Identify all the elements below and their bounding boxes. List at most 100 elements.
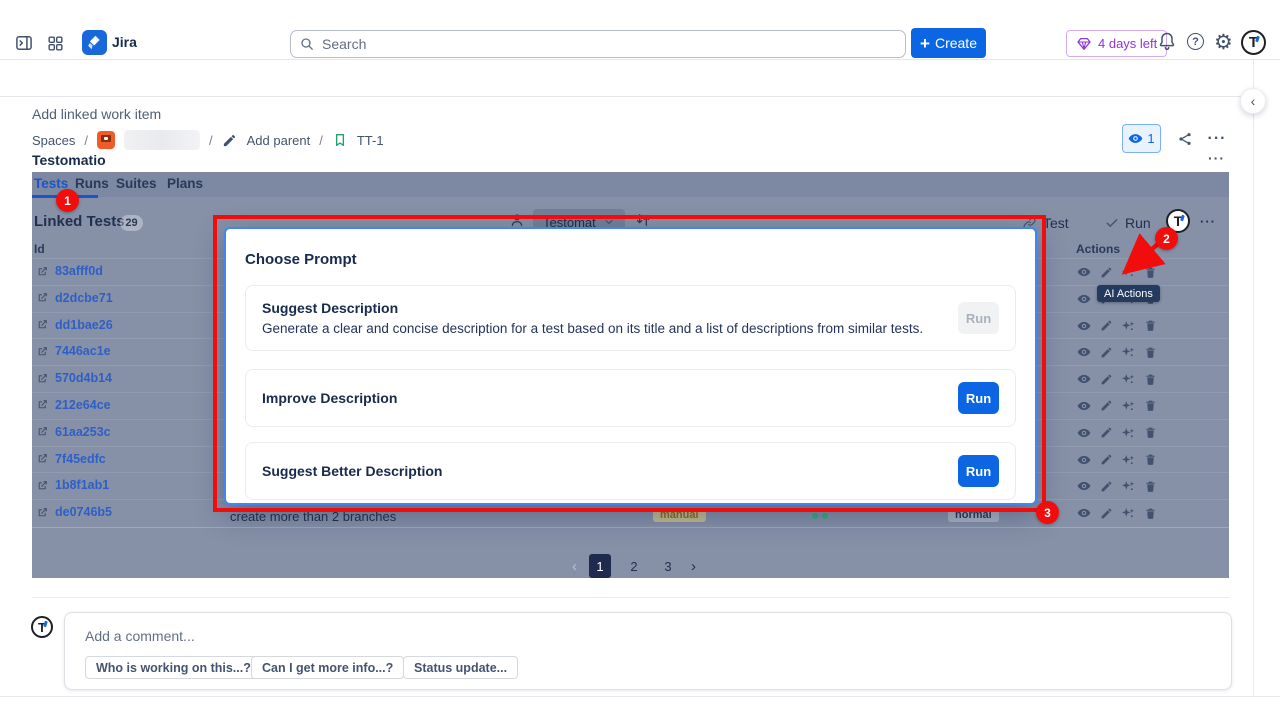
ai-sparkles-icon[interactable] [1121, 426, 1135, 440]
search-input[interactable] [322, 36, 897, 52]
delete-trash-icon[interactable] [1143, 265, 1157, 279]
app-switcher-grid-icon[interactable] [46, 34, 65, 53]
run-button[interactable]: Run [958, 382, 999, 414]
quick-reply-chip[interactable]: Who is working on this...? [85, 656, 262, 679]
run-button[interactable]: Run [1105, 210, 1151, 236]
test-id-link[interactable]: dd1bae26 [36, 318, 113, 332]
ai-sparkles-icon[interactable] [1121, 453, 1135, 467]
breadcrumb-spaces[interactable]: Spaces [32, 133, 75, 148]
share-button[interactable] [1170, 124, 1200, 153]
add-linked-work-item-label[interactable]: Add linked work item [32, 106, 161, 122]
search-icon [299, 36, 315, 52]
user-icon[interactable] [509, 212, 525, 228]
delete-trash-icon[interactable] [1143, 479, 1157, 493]
create-button[interactable]: + Create [911, 28, 986, 58]
view-eye-icon[interactable] [1077, 345, 1091, 359]
jira-logo-icon[interactable] [82, 30, 107, 55]
external-link-icon [36, 452, 49, 465]
app-name[interactable]: Jira [112, 34, 137, 50]
user-avatar[interactable]: T [1241, 30, 1266, 55]
view-eye-icon[interactable] [1077, 372, 1091, 386]
pagination-page-2[interactable]: 2 [623, 554, 645, 578]
run-button[interactable]: Run [958, 455, 999, 487]
sidebar-toggle-icon[interactable] [14, 33, 34, 53]
delete-trash-icon[interactable] [1143, 426, 1157, 440]
edit-pencil-icon[interactable] [1099, 426, 1113, 440]
comment-box[interactable]: Add a comment... Who is working on this.… [64, 612, 1232, 690]
row-actions [1077, 265, 1157, 279]
ai-sparkles-icon[interactable] [1121, 399, 1135, 413]
edit-pencil-icon[interactable] [1099, 372, 1113, 386]
test-id-link[interactable]: 570d4b14 [36, 371, 112, 385]
panel-toolbar-more-button[interactable]: ··· [1200, 214, 1216, 229]
delete-trash-icon[interactable] [1143, 345, 1157, 359]
breadcrumb-add-parent[interactable]: Add parent [247, 133, 311, 148]
view-eye-icon[interactable] [1077, 319, 1091, 333]
delete-trash-icon[interactable] [1143, 372, 1157, 386]
delete-trash-icon[interactable] [1143, 399, 1157, 413]
test-id-link[interactable]: 7f45edfc [36, 452, 106, 466]
view-eye-icon[interactable] [1077, 453, 1091, 467]
quick-reply-chip[interactable]: Status update... [403, 656, 518, 679]
pagination-prev-icon[interactable]: ‹ [572, 558, 577, 575]
test-id-link[interactable]: 61aa253c [36, 425, 111, 439]
help-icon[interactable]: ? [1187, 33, 1204, 50]
view-eye-icon[interactable] [1077, 399, 1091, 413]
delete-trash-icon[interactable] [1143, 453, 1157, 467]
space-icon[interactable] [97, 131, 115, 149]
watchers-button[interactable]: 1 [1122, 124, 1161, 153]
bookmark-icon [332, 132, 348, 148]
view-eye-icon[interactable] [1077, 426, 1091, 440]
ai-sparkles-icon[interactable] [1121, 265, 1135, 279]
test-id-link[interactable]: 1b8f1ab1 [36, 478, 109, 492]
edit-pencil-icon[interactable] [1099, 319, 1113, 333]
pagination-page-1[interactable]: 1 [589, 554, 611, 578]
row-actions [1077, 479, 1157, 493]
sync-icon[interactable] [635, 212, 651, 228]
pagination: ‹ 1 2 3 › [572, 554, 696, 578]
edit-pencil-icon[interactable] [1099, 265, 1113, 279]
pagination-next-icon[interactable]: › [691, 558, 696, 575]
eye-icon [1128, 131, 1143, 146]
ai-sparkles-icon[interactable] [1121, 372, 1135, 386]
edit-pencil-icon[interactable] [1099, 506, 1113, 520]
ai-sparkles-icon[interactable] [1121, 506, 1135, 520]
test-id-link[interactable]: d2dcbe71 [36, 291, 113, 305]
collapse-panel-button[interactable]: ‹ [1240, 88, 1266, 114]
edit-pencil-icon[interactable] [1099, 345, 1113, 359]
edit-pencil-icon[interactable] [1099, 479, 1113, 493]
tab-plans[interactable]: Plans [167, 176, 203, 191]
notifications-bell-icon[interactable] [1157, 31, 1177, 51]
test-id-link[interactable]: 83afff0d [36, 264, 103, 278]
prompt-name: Suggest Description [262, 300, 958, 316]
trial-days-badge[interactable]: 4 days left [1066, 30, 1167, 57]
view-eye-icon[interactable] [1077, 292, 1091, 306]
view-eye-icon[interactable] [1077, 265, 1091, 279]
edit-pencil-icon[interactable] [1099, 399, 1113, 413]
page-more-button[interactable]: ··· [1202, 124, 1232, 153]
view-eye-icon[interactable] [1077, 506, 1091, 520]
pagination-page-3[interactable]: 3 [657, 554, 679, 578]
breadcrumb-item[interactable]: TT-1 [357, 133, 384, 148]
tab-suites[interactable]: Suites [116, 176, 157, 191]
tab-runs[interactable]: Runs [75, 176, 109, 191]
delete-trash-icon[interactable] [1143, 506, 1157, 520]
test-id-link[interactable]: de0746b5 [36, 505, 112, 519]
status-dot [822, 513, 828, 519]
quick-reply-chip[interactable]: Can I get more info...? [251, 656, 404, 679]
view-eye-icon[interactable] [1077, 479, 1091, 493]
ai-sparkles-icon[interactable] [1121, 319, 1135, 333]
ai-sparkles-icon[interactable] [1121, 479, 1135, 493]
gem-icon [1076, 36, 1092, 52]
settings-gear-icon[interactable]: ⚙ [1214, 30, 1233, 55]
test-id-link[interactable]: 7446ac1e [36, 344, 111, 358]
run-button-disabled[interactable]: Run [958, 302, 999, 334]
comment-placeholder[interactable]: Add a comment... [85, 628, 195, 644]
space-name-redacted[interactable] [124, 130, 200, 150]
delete-trash-icon[interactable] [1143, 319, 1157, 333]
widget-more-button[interactable]: ··· [1208, 150, 1225, 166]
ai-sparkles-icon[interactable] [1121, 345, 1135, 359]
search-bar[interactable] [290, 30, 906, 58]
edit-pencil-icon[interactable] [1099, 453, 1113, 467]
test-id-link[interactable]: 212e64ce [36, 398, 111, 412]
